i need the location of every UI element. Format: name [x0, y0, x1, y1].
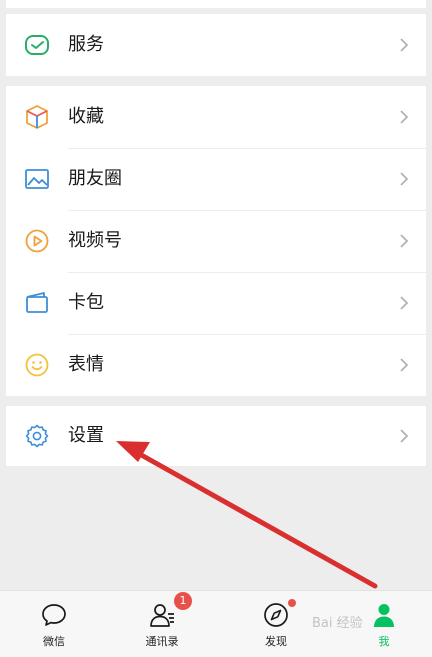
menu-item-services[interactable]: 服务 [6, 14, 426, 76]
menu-item-channels[interactable]: 视频号 [6, 210, 426, 272]
smiley-icon [24, 352, 50, 378]
menu-item-label: 视频号 [68, 230, 122, 251]
tab-label: 我 [378, 635, 390, 648]
menu-item-settings[interactable]: 设置 [6, 406, 426, 466]
tab-label: 微信 [43, 635, 65, 648]
play-circle-icon [24, 228, 50, 254]
menu-item-label: 表情 [68, 354, 104, 375]
menu-item-favorites[interactable]: 收藏 [6, 86, 426, 148]
chevron-right-icon [400, 38, 409, 52]
notification-badge: 1 [174, 592, 192, 610]
menu-item-stickers[interactable]: 表情 [6, 334, 426, 396]
tab-label: 通讯录 [145, 635, 179, 648]
tab-chats[interactable]: 微信 [0, 591, 108, 657]
chevron-right-icon [400, 234, 409, 248]
settings-card: 设置 [6, 406, 426, 466]
services-card: 服务 [6, 14, 426, 76]
tab-label: 发现 [265, 635, 287, 648]
wechat-pay-icon [24, 32, 50, 58]
chevron-right-icon [400, 429, 409, 443]
menu-item-cards[interactable]: 卡包 [6, 272, 426, 334]
bottom-tab-bar: 微信 1 通讯录 发现 我 [0, 590, 432, 657]
notification-dot [288, 599, 296, 607]
chevron-right-icon [400, 110, 409, 124]
chat-bubble-icon [42, 604, 66, 626]
cube-icon [24, 104, 50, 130]
contacts-icon [150, 604, 174, 627]
chevron-right-icon [400, 296, 409, 310]
menu-item-moments[interactable]: 朋友圈 [6, 148, 426, 210]
chevron-right-icon [400, 172, 409, 186]
wallet-icon [24, 290, 50, 316]
features-card: 收藏 朋友圈 视频号 卡包 表情 [6, 86, 426, 396]
top-card-edge [6, 0, 426, 8]
menu-item-label: 设置 [68, 425, 104, 446]
menu-item-label: 朋友圈 [68, 168, 122, 189]
watermark: Bai 经验 [312, 616, 363, 631]
tab-contacts[interactable]: 1 通讯录 [108, 591, 216, 657]
gear-icon [24, 423, 50, 449]
menu-item-label: 收藏 [68, 106, 104, 127]
image-icon [24, 166, 50, 192]
menu-item-label: 服务 [68, 34, 104, 55]
menu-item-label: 卡包 [68, 292, 104, 313]
compass-icon [264, 603, 288, 627]
person-icon [374, 604, 394, 627]
chevron-right-icon [400, 358, 409, 372]
